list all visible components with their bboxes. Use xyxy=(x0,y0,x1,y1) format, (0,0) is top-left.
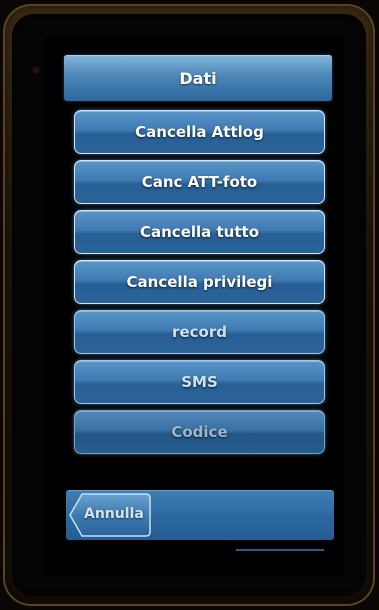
data-menu: Cancella Attlog Canc ATT-foto Cancella t… xyxy=(74,110,325,454)
delete-att-photo-label: Canc ATT-foto xyxy=(141,173,258,191)
delete-privileges-button[interactable]: Cancella privilegi xyxy=(74,260,325,304)
delete-all-label: Cancella tutto xyxy=(140,223,259,241)
record-label: record xyxy=(172,323,227,341)
sms-label: SMS xyxy=(181,373,218,391)
delete-attlog-button[interactable]: Cancella Attlog xyxy=(74,110,325,154)
delete-att-photo-button[interactable]: Canc ATT-foto xyxy=(74,160,325,204)
delete-all-button[interactable]: Cancella tutto xyxy=(74,210,325,254)
page-title: Dati xyxy=(179,68,217,88)
cancel-button[interactable]: Annulla xyxy=(68,492,152,538)
code-button[interactable]: Codice xyxy=(74,410,325,454)
sms-button[interactable]: SMS xyxy=(74,360,325,404)
delete-attlog-label: Cancella Attlog xyxy=(135,123,264,141)
indicator-light xyxy=(33,67,39,73)
cancel-label: Annulla xyxy=(84,506,144,522)
record-button[interactable]: record xyxy=(74,310,325,354)
title-bar: Dati xyxy=(64,55,332,101)
delete-privileges-label: Cancella privilegi xyxy=(126,273,273,291)
code-label: Codice xyxy=(171,423,228,441)
divider-line xyxy=(236,549,324,551)
